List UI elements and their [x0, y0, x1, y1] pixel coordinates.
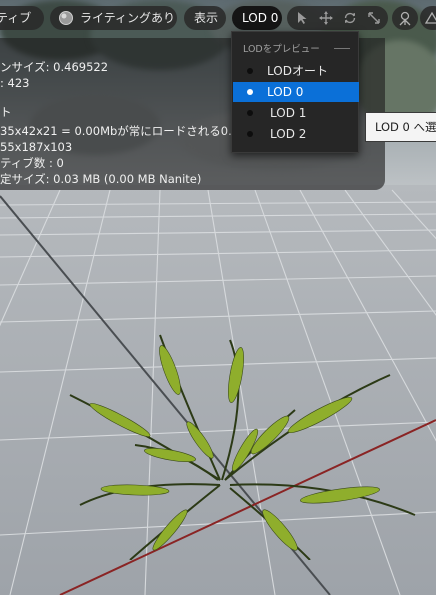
lod-menu-header: LODをプレビュー: [243, 44, 320, 55]
stats-line: : 423: [0, 76, 30, 90]
lod-item-label: LOD 1: [270, 106, 307, 120]
lod-item-0[interactable]: LOD 0: [233, 82, 359, 102]
lighting-sphere-icon: [59, 11, 73, 25]
lod-item-1[interactable]: LOD 1: [233, 103, 359, 123]
surface-snapping-icon: [399, 11, 411, 26]
fern-plant[interactable]: [60, 330, 420, 560]
camera-speed-icon: [425, 11, 436, 24]
viewport-mode-label: ティブ: [0, 11, 32, 25]
viewport-toolbar: ティブ ライティングあり 表示 LOD 0: [0, 6, 436, 32]
stats-line: ティブ数 : 0: [0, 156, 64, 170]
lod-item-label: LODオート: [267, 64, 328, 78]
lod-item-auto[interactable]: LODオート: [233, 61, 359, 81]
show-menu-button[interactable]: 表示: [184, 6, 226, 30]
lod-item-2[interactable]: LOD 2: [233, 124, 359, 144]
lod-item-label: LOD 2: [270, 127, 307, 141]
select-arrow-icon[interactable]: [290, 6, 314, 30]
move-icon[interactable]: [314, 6, 338, 30]
radio-dot-icon: [247, 89, 253, 95]
stats-line: 定サイズ: 0.03 MB (0.00 MB Nanite): [0, 172, 202, 186]
lod-tooltip: LOD 0 へ選: [365, 112, 436, 142]
stats-line: 55x187x103: [0, 140, 73, 154]
lod-preview-menu: LODをプレビュー LODオート LOD 0 LOD 1 LOD 2: [231, 31, 359, 153]
scale-icon[interactable]: [362, 6, 386, 30]
viewport-mode-tab[interactable]: ティブ: [0, 6, 44, 30]
radio-dot-icon: [247, 68, 253, 74]
lighting-mode-button[interactable]: ライティングあり: [50, 6, 177, 30]
surface-snapping-button[interactable]: [392, 6, 418, 30]
camera-speed-button[interactable]: [420, 6, 436, 30]
lod-item-label: LOD 0: [267, 85, 304, 99]
stats-line: ト: [0, 105, 12, 119]
radio-dot-icon: [247, 110, 253, 116]
rotate-icon[interactable]: [338, 6, 362, 30]
stats-line: ンサイズ: 0.469522: [0, 60, 109, 74]
lod-menu-button[interactable]: LOD 0: [232, 6, 282, 30]
menu-divider: [334, 48, 350, 49]
show-menu-label: 表示: [194, 11, 219, 25]
stats-line: 35x42x21 = 0.00Mbが常にロードされる0.0: [0, 124, 240, 138]
lighting-mode-label: ライティングあり: [80, 11, 176, 25]
lod-menu-label: LOD 0: [242, 11, 279, 25]
radio-dot-icon: [247, 131, 253, 137]
